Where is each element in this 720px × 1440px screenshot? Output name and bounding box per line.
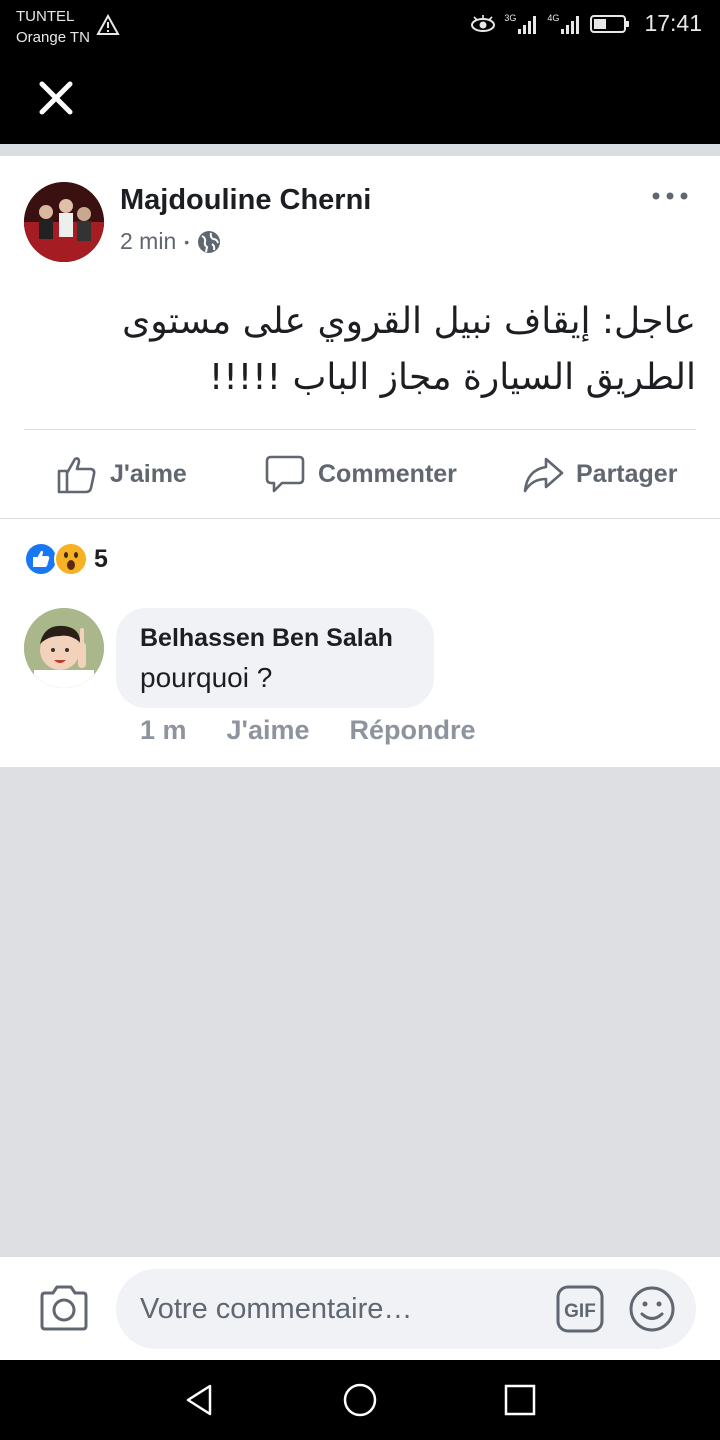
signal-bars-icon bbox=[518, 15, 537, 34]
divider bbox=[0, 144, 720, 156]
post-actions: J'aime Commenter Partager bbox=[0, 446, 720, 502]
status-bar: TUNTEL Orange TN 3G 4G 17:41 bbox=[0, 0, 720, 52]
author-avatar[interactable] bbox=[24, 182, 104, 262]
comment-bubble-icon bbox=[265, 455, 305, 493]
comment-box: GIF bbox=[116, 1269, 696, 1349]
camera-icon[interactable] bbox=[38, 1284, 90, 1332]
comment-button[interactable]: Commenter bbox=[264, 446, 457, 502]
comments-section: 5 Belhassen Ben Salah pourquoi ? 1 m J'a… bbox=[0, 519, 720, 767]
avatar-photo bbox=[24, 182, 104, 262]
status-icons: 3G 4G 17:41 bbox=[470, 10, 702, 37]
comment-bubble[interactable]: Belhassen Ben Salah pourquoi ? bbox=[116, 608, 434, 708]
like-button[interactable]: J'aime bbox=[56, 446, 187, 502]
comment-composer: GIF bbox=[0, 1256, 720, 1360]
reactions-summary[interactable]: 5 bbox=[24, 541, 108, 577]
back-icon[interactable] bbox=[180, 1380, 220, 1420]
like-label: J'aime bbox=[110, 459, 187, 488]
battery-icon bbox=[590, 14, 630, 33]
comment-text: pourquoi ? bbox=[140, 662, 273, 693]
signal-bars-icon bbox=[561, 15, 580, 34]
gif-label: GIF bbox=[564, 1301, 596, 1322]
post-card: Majdouline Cherni 2 min • عاجل: إيقاف نب… bbox=[0, 156, 720, 518]
post-time[interactable]: 2 min bbox=[120, 228, 176, 255]
like-reaction-icon bbox=[24, 542, 58, 576]
avatar-photo bbox=[24, 608, 104, 688]
share-label: Partager bbox=[576, 459, 678, 488]
meta-separator: • bbox=[184, 233, 190, 250]
post-text: عاجل: إيقاف نبيل القروي على مستوى الطريق… bbox=[122, 301, 696, 398]
eye-comfort-icon bbox=[471, 14, 496, 32]
reaction-count: 5 bbox=[94, 544, 108, 573]
divider bbox=[24, 429, 696, 430]
post-meta: 2 min • bbox=[120, 228, 221, 255]
carrier-network: Orange TN bbox=[16, 29, 90, 46]
close-icon[interactable] bbox=[36, 78, 76, 118]
carrier-info: TUNTEL Orange TN bbox=[16, 6, 90, 48]
commenter-name[interactable]: Belhassen Ben Salah bbox=[140, 624, 393, 653]
carrier-name: TUNTEL bbox=[16, 8, 75, 25]
wow-reaction-icon bbox=[54, 542, 88, 576]
comment-meta: 1 m J'aime Répondre bbox=[140, 715, 476, 746]
signal-3g-icon: 3G bbox=[504, 13, 539, 35]
comment-label: Commenter bbox=[318, 459, 457, 488]
warning-icon bbox=[96, 14, 120, 35]
commenter-avatar[interactable] bbox=[24, 608, 104, 688]
gif-button[interactable]: GIF bbox=[556, 1285, 604, 1333]
globe-icon bbox=[198, 230, 221, 253]
share-button[interactable]: Partager bbox=[522, 446, 677, 502]
top-header bbox=[0, 52, 720, 144]
network-4g-label: 4G bbox=[547, 12, 560, 23]
clock: 17:41 bbox=[644, 10, 702, 36]
share-arrow-icon bbox=[523, 457, 564, 493]
thumbs-up-icon bbox=[57, 457, 96, 494]
author-name[interactable]: Majdouline Cherni bbox=[120, 184, 371, 217]
emoji-icon[interactable] bbox=[628, 1285, 676, 1333]
comment-like-link[interactable]: J'aime bbox=[227, 715, 310, 746]
recent-apps-icon[interactable] bbox=[500, 1380, 540, 1420]
network-3g-label: 3G bbox=[504, 12, 517, 23]
home-icon[interactable] bbox=[340, 1380, 380, 1420]
gif-icon: GIF bbox=[556, 1285, 604, 1333]
comment-input[interactable] bbox=[140, 1269, 540, 1349]
comment-time: 1 m bbox=[140, 715, 187, 745]
signal-4g-icon: 4G bbox=[547, 13, 582, 35]
navigation-bar bbox=[0, 1360, 720, 1440]
comment-reply-link[interactable]: Répondre bbox=[350, 715, 476, 746]
more-options-icon[interactable] bbox=[650, 188, 690, 204]
